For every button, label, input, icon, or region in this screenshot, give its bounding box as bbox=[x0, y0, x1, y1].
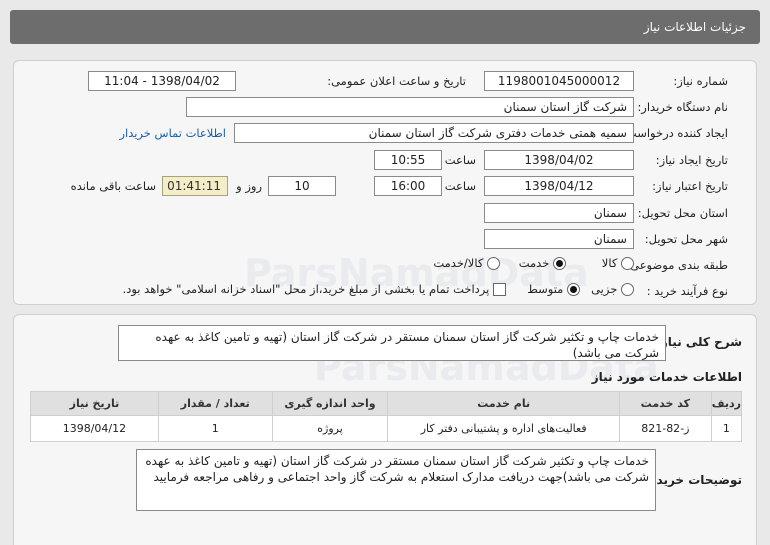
category-option-service[interactable]: خدمت bbox=[519, 256, 566, 270]
valid-time-label: ساعت bbox=[444, 179, 476, 193]
radio-goods[interactable] bbox=[621, 257, 634, 270]
payment-treasury-option[interactable]: پرداخت تمام یا بخشی از مبلغ خرید،از محل … bbox=[123, 282, 506, 296]
requester-field[interactable]: سمیه همتی خدمات دفتری شرکت گاز استان سمن… bbox=[234, 123, 634, 143]
process-option-medium[interactable]: متوسط bbox=[527, 282, 580, 296]
remaining-time-field: 01:41:11 bbox=[162, 176, 228, 196]
summary-field[interactable]: خدمات چاپ و تکثیر شرکت گاز استان سمنان م… bbox=[118, 325, 666, 361]
created-time-label: ساعت bbox=[444, 153, 476, 167]
announce-label: تاریخ و ساعت اعلان عمومی: bbox=[327, 74, 466, 88]
category-label: طبقه بندی موضوعی: bbox=[626, 258, 728, 272]
announce-field[interactable]: 1398/04/02 - 11:04 bbox=[88, 71, 236, 91]
radio-medium[interactable] bbox=[567, 283, 580, 296]
need-number-label: شماره نیاز: bbox=[673, 74, 728, 88]
province-field[interactable]: سمنان bbox=[484, 203, 634, 223]
province-label: استان محل تحویل: bbox=[637, 206, 728, 220]
radio-goods-service[interactable] bbox=[487, 257, 500, 270]
valid-date-label: تاریخ اعتبار نیاز: bbox=[652, 179, 728, 193]
city-field[interactable]: سمنان bbox=[484, 229, 634, 249]
col-need-date: تاریخ نیاز bbox=[30, 391, 159, 416]
col-service-code: کد خدمت bbox=[618, 391, 712, 416]
table-row[interactable]: 1 ز-82-821 فعالیت‌های اداره و پشتیبانی د… bbox=[30, 415, 743, 442]
col-row: ردیف bbox=[710, 391, 743, 416]
summary-label: شرح کلی نیاز: bbox=[656, 335, 742, 349]
process-option-minor[interactable]: جزیی bbox=[591, 282, 634, 296]
cell-service-code: ز-82-821 bbox=[618, 415, 712, 442]
contact-buyer-link[interactable]: اطلاعات تماس خریدار bbox=[119, 126, 226, 140]
valid-date-field[interactable]: 1398/04/12 bbox=[484, 176, 634, 196]
category-option-goods-service[interactable]: کالا/خدمت bbox=[433, 256, 500, 270]
col-service-name: نام خدمت bbox=[387, 391, 620, 416]
buyer-notes-field[interactable]: خدمات چاپ و تکثیر شرکت گاز استان سمنان م… bbox=[136, 449, 656, 511]
days-label: روز و bbox=[236, 179, 262, 193]
created-date-label: تاریخ ایجاد نیاز: bbox=[655, 153, 728, 167]
requester-label: ایجاد کننده درخواست: bbox=[622, 126, 728, 140]
buyer-org-field[interactable]: شرکت گاز استان سمنان bbox=[186, 97, 634, 117]
services-table: ردیف کد خدمت نام خدمت واحد اندازه گیری ت… bbox=[30, 391, 743, 442]
col-unit: واحد اندازه گیری bbox=[271, 391, 389, 416]
need-details-panel: ParsNamadData شماره نیاز: 11980010450000… bbox=[13, 60, 757, 305]
radio-service[interactable] bbox=[553, 257, 566, 270]
page-title: جزئیات اطلاعات نیاز bbox=[643, 20, 746, 34]
col-quantity: تعداد / مقدار bbox=[157, 391, 273, 416]
services-table-header: ردیف کد خدمت نام خدمت واحد اندازه گیری ت… bbox=[30, 391, 743, 416]
valid-time-field[interactable]: 16:00 bbox=[374, 176, 442, 196]
cell-row: 1 bbox=[710, 415, 743, 442]
cell-service-name: فعالیت‌های اداره و پشتیبانی دفتر کار bbox=[387, 415, 620, 442]
buyer-org-label: نام دستگاه خریدار: bbox=[637, 100, 728, 114]
need-description-panel: ParsNamadData شرح کلی نیاز: خدمات چاپ و … bbox=[13, 314, 757, 545]
payment-checkbox[interactable] bbox=[493, 283, 506, 296]
city-label: شهر محل تحویل: bbox=[644, 232, 728, 246]
cell-quantity: 1 bbox=[157, 415, 273, 442]
created-date-field[interactable]: 1398/04/02 bbox=[484, 150, 634, 170]
radio-minor[interactable] bbox=[621, 283, 634, 296]
page-header: جزئیات اطلاعات نیاز bbox=[10, 10, 760, 44]
created-time-field[interactable]: 10:55 bbox=[374, 150, 442, 170]
remaining-time-label: ساعت باقی مانده bbox=[70, 179, 156, 193]
services-section-title: اطلاعات خدمات مورد نیاز bbox=[591, 370, 742, 384]
category-option-goods[interactable]: کالا bbox=[602, 256, 634, 270]
need-number-field[interactable]: 1198001045000012 bbox=[484, 71, 634, 91]
process-label: نوع فرآیند خرید : bbox=[646, 284, 728, 298]
cell-need-date: 1398/04/12 bbox=[30, 415, 159, 442]
days-field[interactable]: 10 bbox=[268, 176, 336, 196]
cell-unit: پروژه bbox=[271, 415, 389, 442]
